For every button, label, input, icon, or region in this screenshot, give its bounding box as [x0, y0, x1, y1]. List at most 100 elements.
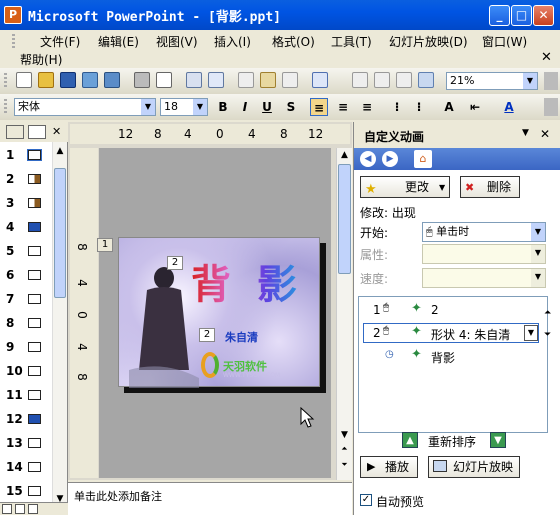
home-icon[interactable]: ⌂ [414, 150, 432, 168]
slide-thumb[interactable] [27, 149, 42, 161]
taskpane-menu-icon[interactable]: ▼ [522, 128, 529, 138]
zoom-dropdown[interactable]: 21% ▼ [446, 72, 538, 90]
open-icon[interactable] [38, 72, 54, 88]
slide-thumb[interactable] [28, 294, 41, 304]
numbering-icon[interactable]: ⁝ [388, 98, 406, 116]
move-up-icon[interactable]: ▲ [402, 432, 418, 448]
slide-thumbnail-10[interactable]: 10 [0, 360, 52, 384]
outline-tab[interactable] [6, 125, 24, 139]
menu-help[interactable]: 帮助(H) [20, 51, 62, 68]
shadow-button[interactable]: S [282, 98, 300, 116]
start-dropdown[interactable]: 🖱 单击时 ▼ [422, 222, 546, 242]
slide-thumbnail-12[interactable]: 12 [0, 408, 52, 432]
increase-font-icon[interactable]: A [440, 98, 458, 116]
animation-item[interactable]: 1 🖱 ✦ 2 [363, 301, 539, 319]
menu-tools[interactable]: 工具(T) [331, 33, 372, 50]
align-left-icon[interactable]: ≡ [310, 98, 328, 116]
list-scroll-down-icon[interactable]: ⏷ [544, 330, 557, 342]
slide-thumbnail-6[interactable]: 6 [0, 264, 52, 288]
animation-item[interactable]: ◷ ✦ 背影 [363, 347, 539, 365]
slide-thumb[interactable] [28, 174, 41, 184]
scroll-thumb[interactable] [338, 164, 351, 274]
delete-button[interactable]: ✖ 删除 [460, 176, 520, 198]
toolbar-grip[interactable] [4, 99, 7, 115]
normal-view-icon[interactable] [2, 504, 12, 514]
slide-thumb[interactable] [28, 246, 41, 256]
paste-icon[interactable] [260, 72, 276, 88]
back-icon[interactable]: ◀ [360, 151, 376, 167]
menu-file[interactable]: 文件(F) [40, 33, 80, 50]
menu-grip[interactable] [12, 34, 15, 48]
insert-chart-icon[interactable] [352, 72, 368, 88]
toolbar-grip[interactable] [4, 73, 7, 89]
bullets-icon[interactable]: ⁝ [410, 98, 428, 116]
slide-thumb[interactable] [28, 390, 41, 400]
chevron-down-icon[interactable]: ▼ [523, 73, 537, 89]
slide-thumb[interactable] [28, 438, 41, 448]
align-center-icon[interactable]: ≡ [334, 98, 352, 116]
print-preview-icon[interactable] [156, 72, 172, 88]
undo-icon[interactable] [312, 72, 328, 88]
slide-thumbnail-4[interactable]: 4 [0, 216, 52, 240]
scroll-up-icon[interactable]: ▲ [54, 146, 66, 158]
slide-thumb[interactable] [28, 462, 41, 472]
slideshow-button[interactable]: 幻灯片放映 [428, 456, 520, 478]
slide-sorter-icon[interactable] [15, 504, 25, 514]
menu-format[interactable]: 格式(O) [272, 33, 315, 50]
font-size-dropdown[interactable]: 18 ▼ [160, 98, 208, 116]
underline-button[interactable]: U [258, 98, 276, 116]
print-icon[interactable] [134, 72, 150, 88]
notes-pane[interactable]: 单击此处添加备注 [68, 482, 352, 515]
slide-thumb[interactable] [28, 318, 41, 328]
slide-thumbnail-15[interactable]: 15 [0, 480, 52, 504]
slide-title[interactable]: 背 影 [191, 252, 303, 310]
slide-thumbnail-1[interactable]: 1 [0, 144, 52, 168]
slide-thumb[interactable] [28, 342, 41, 352]
slide-thumbnail-5[interactable]: 5 [0, 240, 52, 264]
document-close-icon[interactable]: ✕ [541, 50, 552, 65]
slide-thumbnail-14[interactable]: 14 [0, 456, 52, 480]
autopreview-checkbox[interactable]: ✓ [360, 494, 372, 506]
chevron-down-icon[interactable]: ▼ [193, 99, 207, 115]
animation-list[interactable]: 1 🖱 ✦ 2 2 🖱 ✦ 形状 4: 朱自清 ▼ ◷ ✦ 背影 [358, 296, 548, 433]
taskpane-close-icon[interactable]: ✕ [540, 127, 550, 141]
chevron-down-icon[interactable]: ▼ [141, 99, 155, 115]
toolbar-options-icon[interactable] [544, 72, 558, 90]
move-down-icon[interactable]: ▼ [490, 432, 506, 448]
maximize-button[interactable]: □ [511, 5, 532, 26]
font-color-button[interactable]: A [500, 98, 518, 116]
close-button[interactable]: ✕ [533, 5, 554, 26]
slide-thumbnail-11[interactable]: 11 [0, 384, 52, 408]
chevron-down-icon[interactable]: ▼ [524, 325, 538, 341]
menu-slideshow[interactable]: 幻灯片放映(D) [389, 33, 468, 50]
italic-button[interactable]: I [236, 98, 254, 116]
minimize-button[interactable]: _ [489, 5, 510, 26]
slide-thumbnail-2[interactable]: 2 [0, 168, 52, 192]
menu-window[interactable]: 窗口(W) [482, 33, 527, 50]
font-dropdown[interactable]: 宋体 ▼ [14, 98, 156, 116]
menu-view[interactable]: 视图(V) [156, 33, 198, 50]
cut-icon[interactable] [238, 72, 254, 88]
slide-thumb[interactable] [28, 366, 41, 376]
slide-thumbnail-3[interactable]: 3 [0, 192, 52, 216]
previous-slide-icon[interactable]: ⏶ [338, 444, 351, 456]
slides-tab[interactable] [28, 125, 46, 139]
slide-thumb[interactable] [28, 270, 41, 280]
menu-insert[interactable]: 插入(I) [214, 33, 251, 50]
insert-table-icon[interactable] [374, 72, 390, 88]
figure-silhouette[interactable] [129, 260, 199, 388]
animation-item-selected[interactable]: 2 🖱 ✦ 形状 4: 朱自清 ▼ [363, 323, 539, 343]
forward-icon[interactable]: ▶ [382, 151, 398, 167]
play-button[interactable]: ▶ 播放 [360, 456, 418, 478]
powerpoint-app-icon[interactable]: P [4, 6, 22, 24]
format-painter-icon[interactable] [282, 72, 298, 88]
slide-thumbnail-7[interactable]: 7 [0, 288, 52, 312]
change-button[interactable]: ★ 更改 ▼ [360, 176, 450, 198]
new-icon[interactable] [16, 72, 32, 88]
toolbar-options-icon[interactable] [544, 98, 558, 116]
scroll-thumb[interactable] [54, 168, 66, 298]
insert-picture-icon[interactable] [418, 72, 434, 88]
slide-thumbnail-13[interactable]: 13 [0, 432, 52, 456]
slide-thumb[interactable] [28, 414, 41, 424]
slide-author[interactable]: 朱自清 [225, 329, 258, 345]
